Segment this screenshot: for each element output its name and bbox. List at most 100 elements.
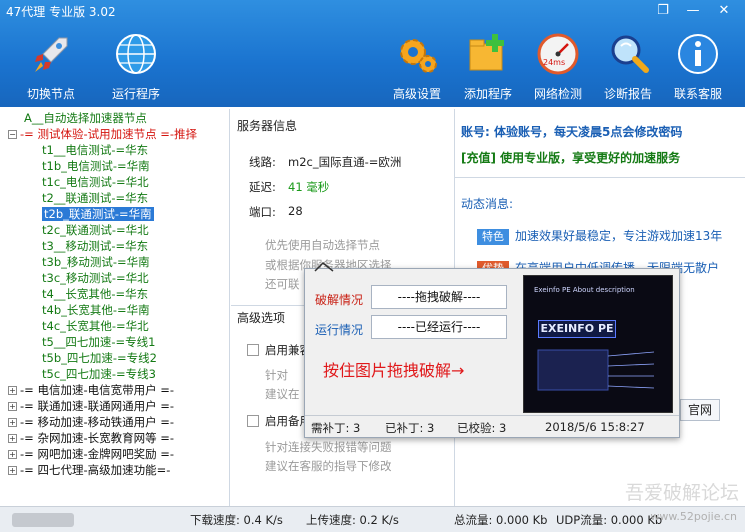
advanced-options-title: 高级选项 bbox=[237, 311, 286, 325]
expand-icon[interactable]: + bbox=[8, 450, 17, 459]
tree-group-label: -= 四七代理-高级加速功能=- bbox=[20, 463, 171, 477]
run-status-label: 运行情况 bbox=[315, 323, 364, 337]
tree-group[interactable]: + -= 杂网加速-长宽教育网等 =- bbox=[8, 431, 174, 446]
tree-item-trial[interactable]: t1c_电信测试-=华北 bbox=[42, 175, 149, 190]
tree-group-label: -= 联通加速-联通网通用户 =- bbox=[20, 399, 175, 413]
crack-status-value: ----拖拽破解---- bbox=[371, 285, 507, 309]
tree-item-trial[interactable]: t2__联通测试-=华东 bbox=[42, 191, 148, 206]
backup-checkbox[interactable] bbox=[247, 415, 259, 427]
patched-count: 已补丁: 3 bbox=[385, 421, 435, 435]
tree-item-label: t1__电信测试-=华东 bbox=[42, 143, 149, 157]
add-program-label: 添加程序 bbox=[463, 87, 512, 101]
exeinfo-diagram bbox=[537, 349, 655, 391]
latency-gauge-text: 24ms bbox=[543, 58, 566, 67]
verified-count: 已校验: 3 bbox=[457, 421, 507, 435]
tree-group[interactable]: + -= 四七代理-高级加速功能=- bbox=[8, 463, 170, 478]
tree-item-trial[interactable]: t5__四七加速-=专线1 bbox=[42, 335, 155, 350]
backup-hint-1: 针对连接失败报错等问题 bbox=[265, 440, 392, 454]
globe-icon bbox=[116, 34, 156, 74]
recharge-link[interactable]: [充值] 使用专业版，享受更好的加速服务 bbox=[461, 149, 680, 166]
toolbar-area: 47代理 专业版 3.02 ❐ — ✕ 切换节点 运行程序 高级设置 添加程序 … bbox=[0, 0, 745, 107]
crack-popup: 破解情况 ----拖拽破解---- 运行情况 ----已经运行---- 按住图片… bbox=[304, 261, 680, 438]
tree-group-label: -= 电信加速-电信宽带用户 =- bbox=[20, 383, 175, 397]
port-label: 端口: bbox=[249, 205, 276, 219]
forum-watermark: 吾爱破解论坛 bbox=[624, 482, 739, 504]
news-item-1[interactable]: 特色 加速效果好最稳定，专注游戏加速13年 bbox=[477, 227, 722, 245]
run-program-button[interactable]: 运行程序 bbox=[105, 32, 167, 101]
exeinfo-title: Exeinfo PE About description bbox=[534, 286, 635, 294]
rocket-icon bbox=[35, 37, 68, 72]
tree-group-trial-label: -= 测试体验-试用加速节点 =-推择 bbox=[20, 127, 198, 141]
tree-group-trial[interactable]: − -= 测试体验-试用加速节点 =-推择 bbox=[8, 127, 197, 142]
tree-group[interactable]: + -= 网吧加速-金牌网吧奖励 =- bbox=[8, 447, 174, 462]
exeinfo-logo: EXEINFO PE bbox=[538, 320, 616, 338]
server-info-title: 服务器信息 bbox=[237, 119, 298, 133]
advanced-settings-label: 高级设置 bbox=[392, 87, 441, 101]
switch-node-label: 切换节点 bbox=[26, 87, 75, 101]
tree-item-trial[interactable]: t5b_四七加速-=专线2 bbox=[42, 351, 157, 366]
blurred-account bbox=[12, 513, 74, 527]
switch-node-button[interactable]: 切换节点 bbox=[20, 32, 82, 101]
tree-item-trial[interactable]: t4b_长宽其他-=华南 bbox=[42, 303, 150, 318]
backup-option[interactable]: 启用备用 bbox=[247, 413, 311, 429]
line-value: m2c_国际直通-=欧洲 bbox=[288, 155, 402, 169]
tree-item-trial[interactable]: t2b_联通测试-=华南 bbox=[42, 207, 154, 222]
speedometer-icon bbox=[537, 33, 579, 75]
expand-icon[interactable]: + bbox=[8, 434, 17, 443]
tree-item-label: t3b_移动测试-=华南 bbox=[42, 255, 150, 269]
tip-line-1: 优先使用自动选择节点 bbox=[265, 238, 380, 252]
expand-icon[interactable]: + bbox=[8, 386, 17, 395]
compat-hint-1: 针对 bbox=[265, 368, 288, 382]
network-check-button[interactable]: 24ms 网络检测 bbox=[527, 32, 589, 101]
diagnose-report-button[interactable]: 诊断报告 bbox=[597, 32, 659, 101]
info-icon bbox=[678, 34, 718, 74]
tree-item-label: t2c_联通测试-=华北 bbox=[42, 223, 149, 237]
tree-item-trial[interactable]: t3__移动测试-=华东 bbox=[42, 239, 148, 254]
tree-item-trial[interactable]: t2c_联通测试-=华北 bbox=[42, 223, 149, 238]
port-value: 28 bbox=[288, 204, 303, 218]
expand-icon[interactable]: + bbox=[8, 418, 17, 427]
udp-traffic: UDP流量: 0.000 Kb bbox=[556, 513, 663, 527]
collapse-icon[interactable]: − bbox=[8, 130, 17, 139]
add-program-button[interactable]: 添加程序 bbox=[457, 32, 519, 101]
tree-item-trial[interactable]: t3b_移动测试-=华南 bbox=[42, 255, 150, 270]
tree-group[interactable]: + -= 联通加速-联通网通用户 =- bbox=[8, 399, 174, 414]
minimize-icon[interactable]: — bbox=[684, 3, 702, 19]
advanced-settings-button[interactable]: 高级设置 bbox=[386, 32, 448, 101]
tree-item-trial[interactable]: t3c_移动测试-=华北 bbox=[42, 271, 149, 286]
tree-group[interactable]: + -= 电信加速-电信宽带用户 =- bbox=[8, 383, 174, 398]
exeinfo-image[interactable]: Exeinfo PE About description EXEINFO PE bbox=[523, 275, 673, 413]
tree-item-label: t5__四七加速-=专线1 bbox=[42, 335, 156, 349]
tip-line-3: 还可联 bbox=[265, 277, 300, 291]
expand-icon[interactable]: + bbox=[8, 466, 17, 475]
tree-item-label: t3c_移动测试-=华北 bbox=[42, 271, 149, 285]
run-status-value: ----已经运行---- bbox=[371, 315, 507, 339]
compat-checkbox[interactable] bbox=[247, 344, 259, 356]
download-speed: 下载速度: 0.4 K/s bbox=[190, 513, 283, 527]
news-title: 动态消息: bbox=[461, 197, 514, 211]
news-tag-feature: 特色 bbox=[477, 229, 509, 245]
network-check-label: 网络检测 bbox=[533, 87, 582, 101]
tree-item-label: t3__移动测试-=华东 bbox=[42, 239, 149, 253]
restore-icon[interactable]: ❐ bbox=[654, 3, 672, 19]
contact-support-button[interactable]: 联系客服 bbox=[667, 32, 729, 101]
compat-option[interactable]: 启用兼容 bbox=[247, 342, 311, 358]
tree-item-auto[interactable]: A__自动选择加速器节点 bbox=[24, 111, 147, 126]
tree-item-trial[interactable]: t4c_长宽其他-=华北 bbox=[42, 319, 149, 334]
upload-speed: 上传速度: 0.2 K/s bbox=[306, 513, 399, 527]
tree-item-trial[interactable]: t1__电信测试-=华东 bbox=[42, 143, 148, 158]
backup-hint-2: 建议在客服的指导下修改 bbox=[265, 459, 392, 473]
tree-item-label: t1b_电信测试-=华南 bbox=[42, 159, 150, 173]
statusbar: 下载速度: 0.4 K/s 上传速度: 0.2 K/s 总流量: 0.000 K… bbox=[0, 506, 745, 532]
tree-group[interactable]: + -= 移动加速-移动铁通用户 =- bbox=[8, 415, 174, 430]
official-site-button[interactable]: 官网 bbox=[680, 399, 720, 421]
pointer-icon bbox=[314, 261, 334, 272]
tree-item-trial[interactable]: t1b_电信测试-=华南 bbox=[42, 159, 150, 174]
popup-datetime: 2018/5/6 15:8:27 bbox=[545, 420, 645, 434]
close-icon[interactable]: ✕ bbox=[715, 3, 733, 19]
tree-item-label: t4__长宽其他-=华东 bbox=[42, 287, 149, 301]
compat-hint-2: 建议在 bbox=[265, 387, 300, 401]
tree-item-trial[interactable]: t4__长宽其他-=华东 bbox=[42, 287, 148, 302]
expand-icon[interactable]: + bbox=[8, 402, 17, 411]
tree-item-trial[interactable]: t5c_四七加速-=专线3 bbox=[42, 367, 156, 382]
